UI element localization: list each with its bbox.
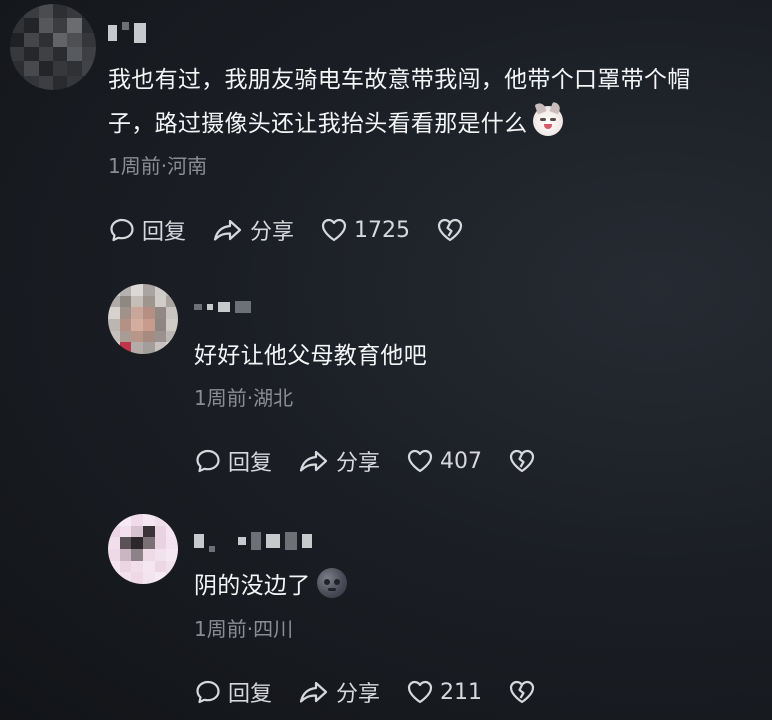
speech-bubble-icon [196,680,220,704]
username-redacted[interactable] [108,22,146,44]
comment-meta: 1周前·四川 [194,617,294,641]
speech-bubble-icon [110,218,134,242]
like-count: 407 [440,448,483,474]
speech-bubble-icon [196,449,220,473]
share-label: 分享 [336,451,381,476]
dislike-button[interactable] [508,679,536,705]
comment-meta: 1周前·河南 [108,154,208,178]
share-button[interactable]: 分享 [298,676,380,708]
comment-text: 我也有过，我朋友骑电车故意带我闯，他带个口罩带个帽 子，路过摄像头还让我抬头看看… [108,67,691,137]
avatar[interactable] [10,4,96,90]
like-button[interactable]: 1725 [320,217,410,243]
username-redacted[interactable] [194,530,312,552]
like-count: 1725 [354,217,411,243]
like-count: 211 [440,679,483,705]
reply-label: 回复 [142,220,187,245]
comment-thread: 我也有过，我朋友骑电车故意带我闯，他带个口罩带个帽 子，路过摄像头还让我抬头看看… [0,0,772,720]
reply-label: 回复 [228,451,273,476]
reply-label: 回复 [228,682,273,707]
heart-icon [321,218,347,242]
comment-actions: 回复 分享 407 [194,445,562,477]
reply-button[interactable]: 回复 [194,445,272,477]
dislike-button[interactable] [508,448,536,474]
comment-text: 好好让他父母教育他吧 [194,343,427,369]
comment-text: 阴的没边了 [194,564,347,608]
like-button[interactable]: 407 [406,448,482,474]
like-button[interactable]: 211 [406,679,482,705]
comment-actions: 回复 分享 1725 [108,214,490,246]
broken-heart-icon [509,449,535,473]
share-arrow-icon [213,219,242,241]
cat-face-emoji-icon [533,106,564,136]
broken-heart-icon [437,218,463,242]
reply-button[interactable]: 回复 [194,676,272,708]
share-button[interactable]: 分享 [212,214,294,246]
reply-button[interactable]: 回复 [108,214,186,246]
dislike-button[interactable] [436,217,464,243]
comment-actions: 回复 分享 211 [194,676,562,708]
avatar[interactable] [108,284,178,354]
avatar[interactable] [108,514,178,584]
new-moon-face-emoji-icon [316,568,347,598]
heart-icon [407,680,433,704]
share-arrow-icon [299,681,328,703]
username-redacted[interactable] [194,296,251,318]
share-arrow-icon [299,450,328,472]
share-button[interactable]: 分享 [298,445,380,477]
heart-icon [407,449,433,473]
comment-meta: 1周前·湖北 [194,386,294,410]
share-label: 分享 [250,220,295,245]
share-label: 分享 [336,682,381,707]
broken-heart-icon [509,680,535,704]
